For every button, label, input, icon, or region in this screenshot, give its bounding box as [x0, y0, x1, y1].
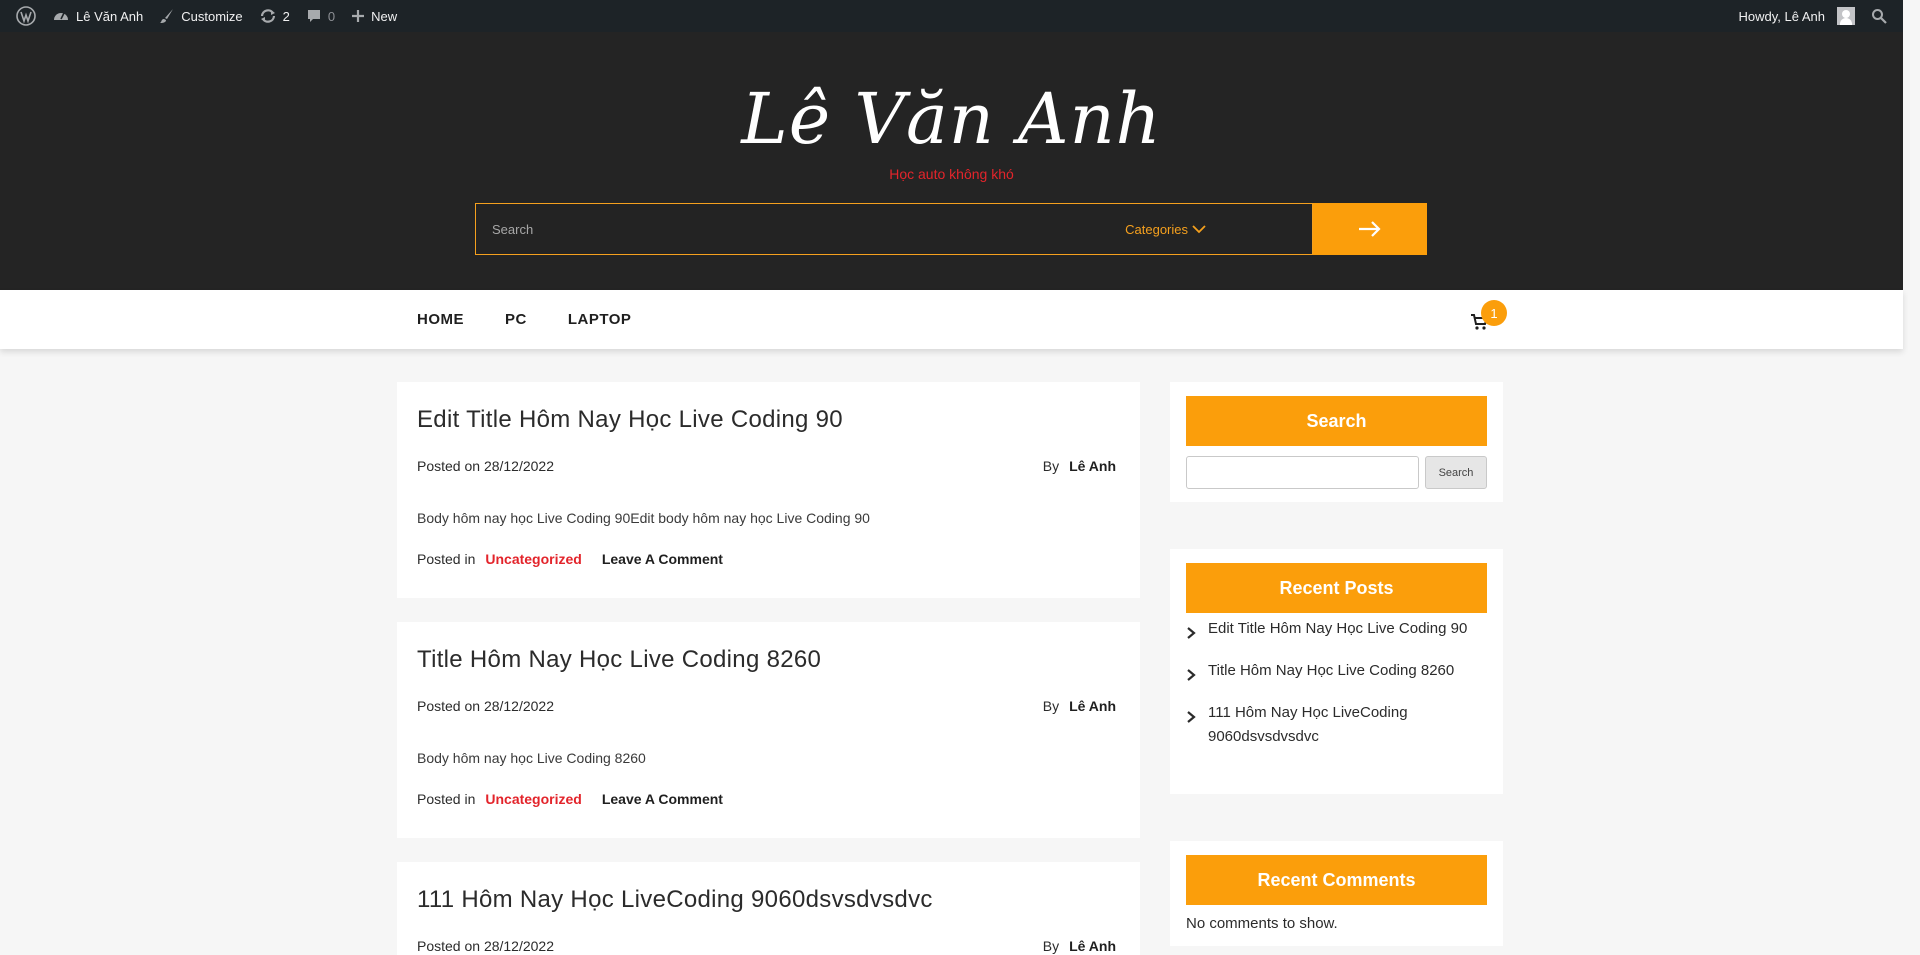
comments-button[interactable]: 0 [298, 0, 343, 32]
post-excerpt: Body hôm nay học Live Coding 8260 [417, 750, 646, 766]
page: Lê Văn Anh Customize 2 0 New Howdy, Lê A… [0, 0, 1920, 955]
post-author-line: By Lê Anh [1043, 698, 1116, 714]
dashboard-icon [54, 12, 68, 20]
post-title[interactable]: Edit Title Hôm Nay Học Live Coding 90 [417, 406, 843, 434]
widget-title: Recent Comments [1186, 855, 1487, 905]
sidebar-search-input[interactable] [1186, 456, 1419, 489]
nav-item-home[interactable]: HOME [417, 311, 464, 328]
widget-title: Search [1186, 396, 1487, 446]
post-excerpt: Body hôm nay học Live Coding 90Edit body… [417, 510, 870, 526]
chevron-right-icon [1186, 617, 1200, 647]
by-label: By [1042, 698, 1060, 714]
chevron-right-icon [1186, 701, 1200, 749]
no-comments-text: No comments to show. [1186, 915, 1338, 932]
recent-post-link[interactable]: Edit Title Hôm Nay Học Live Coding 90 [1186, 617, 1491, 647]
updates-button[interactable]: 2 [251, 0, 298, 32]
avatar [1837, 7, 1855, 25]
site-header: Lê Văn Anh Học auto không khó Categories [0, 32, 1903, 290]
site-title[interactable]: Lê Văn Anh [0, 78, 1903, 160]
product-search-bar: Categories [475, 203, 1427, 255]
post-footer: Posted in Uncategorized Leave A Comment [417, 791, 723, 807]
recent-comments-widget: Recent Comments No comments to show. [1170, 841, 1503, 946]
by-label: By [1042, 938, 1060, 954]
admin-bar: Lê Văn Anh Customize 2 0 New Howdy, Lê A… [0, 0, 1903, 32]
site-name-button[interactable]: Lê Văn Anh [44, 0, 151, 32]
customize-label: Customize [181, 8, 243, 24]
recent-posts-list: Edit Title Hôm Nay Học Live Coding 90 Ti… [1186, 617, 1491, 761]
recent-post-link[interactable]: 111 Hôm Nay Học LiveCoding 9060dsvsdvsdv… [1186, 701, 1491, 749]
post-author-link[interactable]: Lê Anh [1069, 938, 1116, 954]
search-icon [1872, 9, 1887, 24]
search-field-wrap: Categories [475, 203, 1313, 255]
post-author-link[interactable]: Lê Anh [1069, 458, 1116, 474]
posted-in-label: Posted in [417, 551, 476, 567]
site-name-label: Lê Văn Anh [76, 8, 144, 24]
post-author-line: By Lê Anh [1043, 458, 1116, 474]
howdy-label: Howdy, Lê Anh [1738, 8, 1825, 24]
recent-post-title: Edit Title Hôm Nay Học Live Coding 90 [1208, 620, 1468, 637]
post-card: Edit Title Hôm Nay Học Live Coding 90 Po… [397, 382, 1140, 598]
nav-item-laptop[interactable]: LAPTOP [568, 311, 632, 328]
paintbrush-icon [160, 9, 174, 23]
post-card: Title Hôm Nay Học Live Coding 8260 Poste… [397, 622, 1140, 838]
updates-icon [260, 9, 275, 23]
post-title[interactable]: 111 Hôm Nay Học LiveCoding 9060dsvsdvsdv… [417, 886, 933, 914]
categories-dropdown[interactable]: Categories [1125, 222, 1206, 237]
post-card: 111 Hôm Nay Học LiveCoding 9060dsvsdvsdv… [397, 862, 1140, 955]
chevron-right-icon [1186, 659, 1200, 689]
post-title[interactable]: Title Hôm Nay Học Live Coding 8260 [417, 646, 821, 674]
post-date: Posted on 28/12/2022 [417, 938, 555, 954]
recent-posts-widget: Recent Posts Edit Title Hôm Nay Học Live… [1170, 549, 1503, 794]
wordpress-logo-button[interactable] [8, 0, 44, 32]
customize-button[interactable]: Customize [151, 0, 250, 32]
recent-post-title: Title Hôm Nay Học Live Coding 8260 [1208, 662, 1455, 679]
site-tagline: Học auto không khó [889, 166, 1014, 182]
nav-menu: HOME PC LAPTOP [417, 290, 631, 349]
post-footer: Posted in Uncategorized Leave A Comment [417, 551, 723, 567]
plus-icon [352, 10, 365, 22]
updates-count: 2 [282, 8, 290, 24]
leave-comment-link[interactable]: Leave A Comment [602, 791, 723, 807]
arrow-right-icon [1359, 221, 1381, 237]
search-input[interactable] [492, 221, 1052, 237]
recent-post-title: 111 Hôm Nay Học LiveCoding 9060dsvsdvsdv… [1208, 704, 1408, 745]
nav-item-pc[interactable]: PC [505, 311, 527, 328]
sidebar-search-button[interactable]: Search [1425, 456, 1487, 489]
adminbar-search-button[interactable] [1863, 0, 1895, 32]
widget-title: Recent Posts [1186, 563, 1487, 613]
leave-comment-link[interactable]: Leave A Comment [602, 551, 723, 567]
user-account-button[interactable]: Howdy, Lê Anh [1731, 0, 1863, 32]
post-date: Posted on 28/12/2022 [417, 698, 555, 714]
chevron-down-icon [1192, 225, 1206, 234]
comment-bubble-icon [307, 10, 320, 22]
post-author-line: By Lê Anh [1043, 938, 1116, 954]
admin-bar-left: Lê Văn Anh Customize 2 0 New [8, 0, 405, 32]
post-author-link[interactable]: Lê Anh [1069, 698, 1116, 714]
main-navigation: HOME PC LAPTOP 1 [0, 290, 1903, 349]
recent-post-link[interactable]: Title Hôm Nay Học Live Coding 8260 [1186, 659, 1491, 689]
new-content-button[interactable]: New [343, 0, 405, 32]
new-label: New [371, 8, 398, 24]
post-category-link[interactable]: Uncategorized [485, 551, 581, 567]
wordpress-icon [16, 6, 36, 26]
cart-count-badge: 1 [1481, 300, 1507, 326]
categories-label: Categories [1125, 221, 1188, 237]
comments-count: 0 [327, 8, 336, 24]
admin-bar-right: Howdy, Lê Anh [1731, 0, 1895, 32]
post-date: Posted on 28/12/2022 [417, 458, 555, 474]
search-widget: Search Search [1170, 382, 1503, 502]
post-category-link[interactable]: Uncategorized [485, 791, 581, 807]
search-submit-button[interactable] [1313, 203, 1427, 255]
posted-in-label: Posted in [417, 791, 476, 807]
by-label: By [1042, 458, 1060, 474]
